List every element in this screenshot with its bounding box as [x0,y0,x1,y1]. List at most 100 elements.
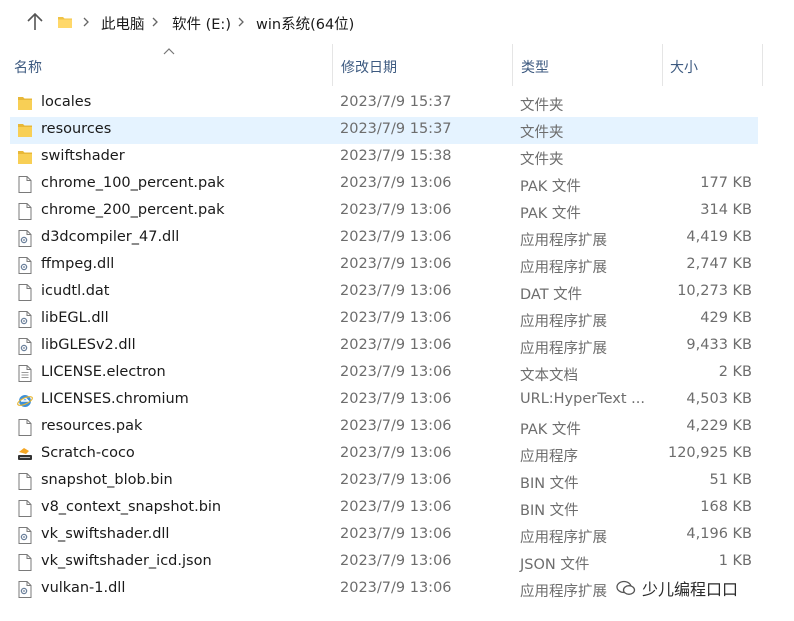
file-icon [17,418,33,437]
column-header-type[interactable]: 类型 [521,57,549,77]
file-name: swiftshader [41,148,125,164]
file-type: 文件夹 [520,152,564,168]
file-row[interactable]: LICENSE.electron 2023/7/9 13:06 文本文档 2 KB [10,360,758,387]
file-date: 2023/7/9 13:06 [340,418,452,434]
app-icon [17,445,33,464]
column-divider[interactable] [512,44,513,86]
file-type: 文件夹 [520,125,564,141]
chevron-right-icon [83,17,89,27]
file-row[interactable]: locales 2023/7/9 15:37 文件夹 [10,90,758,117]
file-date: 2023/7/9 13:06 [340,337,452,353]
file-icon [17,202,33,221]
file-type: 应用程序扩展 [520,260,607,276]
column-header-name[interactable]: 名称 [14,57,42,77]
file-row[interactable]: d3dcompiler_47.dll 2023/7/9 13:06 应用程序扩展 4,… [10,225,758,252]
file-size: 120,925 KB [667,445,752,461]
file-type: PAK 文件 [520,206,581,222]
file-row[interactable]: resources.pak 2023/7/9 13:06 PAK 文件 4,229 K… [10,414,758,441]
file-row[interactable]: LICENSES.chromium 2023/7/9 13:06 URL:Hyper… [10,387,758,414]
file-row[interactable]: chrome_200_percent.pak 2023/7/9 13:06 PAK … [10,198,758,225]
file-name: vulkan-1.dll [41,580,126,596]
folder-icon [17,121,33,140]
file-type: 文本文档 [520,368,578,384]
file-size: 4,196 KB [686,526,752,542]
file-row[interactable]: Scratch-coco 2023/7/9 13:06 应用程序 120,925 KB [10,441,758,468]
column-divider[interactable] [662,44,663,86]
column-divider[interactable] [762,44,763,86]
file-type: PAK 文件 [520,422,581,438]
file-size: 168 KB [700,499,752,515]
file-name: icudtl.dat [41,283,110,299]
file-name: resources [41,121,112,137]
file-row[interactable]: resources 2023/7/9 15:37 文件夹 [10,117,758,144]
breadcrumb-this-pc[interactable]: 此电脑 [101,13,145,34]
file-type: 应用程序扩展 [520,584,607,600]
file-size: 4,419 KB [686,229,752,245]
file-name: ffmpeg.dll [41,256,115,272]
file-row[interactable]: snapshot_blob.bin 2023/7/9 13:06 BIN 文件 51 … [10,468,758,495]
file-name: snapshot_blob.bin [41,472,173,488]
file-icon [17,499,33,518]
breadcrumb-current-folder[interactable]: win系统(64位) [256,13,354,34]
dll-icon [17,256,33,275]
file-name: locales [41,94,92,110]
dll-icon [17,580,33,599]
file-row[interactable]: libEGL.dll 2023/7/9 13:06 应用程序扩展 429 KB [10,306,758,333]
watermark: 少儿编程口口 [610,571,745,605]
file-icon [17,283,33,302]
file-date: 2023/7/9 15:38 [340,148,452,164]
file-type: 应用程序扩展 [520,314,607,330]
file-date: 2023/7/9 13:06 [340,499,452,515]
file-date: 2023/7/9 15:37 [340,121,452,137]
file-type: 应用程序扩展 [520,341,607,357]
file-row[interactable]: ffmpeg.dll 2023/7/9 13:06 应用程序扩展 2,747 KB [10,252,758,279]
file-date: 2023/7/9 15:37 [340,94,452,110]
file-size: 1 KB [718,553,752,569]
file-name: vk_swiftshader.dll [41,526,170,542]
file-type: BIN 文件 [520,476,579,492]
file-row[interactable]: vk_swiftshader.dll 2023/7/9 13:06 应用程序扩展 4,… [10,522,758,549]
folder-icon [17,94,33,113]
watermark-text: 少儿编程口口 [642,580,739,599]
file-date: 2023/7/9 13:06 [340,310,452,326]
file-type: PAK 文件 [520,179,581,195]
folder-icon [58,17,72,28]
file-name: LICENSES.chromium [41,391,189,407]
file-size: 51 KB [709,472,752,488]
file-date: 2023/7/9 13:06 [340,526,452,542]
file-size: 10,273 KB [677,283,752,299]
address-bar[interactable]: 此电脑 软件 (E:) win系统(64位) [0,0,794,44]
column-header-size[interactable]: 大小 [670,57,698,77]
file-date: 2023/7/9 13:06 [340,229,452,245]
chevron-right-icon [152,17,158,27]
file-type: JSON 文件 [520,557,590,573]
file-size: 314 KB [700,202,752,218]
file-name: v8_context_snapshot.bin [41,499,222,515]
column-header-row: 名称 修改日期 类型 大小 [0,44,794,86]
file-type: DAT 文件 [520,287,583,303]
file-type: 应用程序扩展 [520,530,607,546]
file-row[interactable]: chrome_100_percent.pak 2023/7/9 13:06 PAK … [10,171,758,198]
file-date: 2023/7/9 13:06 [340,256,452,272]
file-row[interactable]: swiftshader 2023/7/9 15:38 文件夹 [10,144,758,171]
file-row[interactable]: libGLESv2.dll 2023/7/9 13:06 应用程序扩展 9,433 K… [10,333,758,360]
file-row[interactable]: v8_context_snapshot.bin 2023/7/9 13:06 BIN… [10,495,758,522]
file-size: 4,503 KB [686,391,752,407]
column-header-date[interactable]: 修改日期 [341,57,397,77]
file-name: libEGL.dll [41,310,109,326]
file-size: 4,229 KB [686,418,752,434]
file-type: 文件夹 [520,98,564,114]
file-date: 2023/7/9 13:06 [340,175,452,191]
file-row[interactable]: icudtl.dat 2023/7/9 13:06 DAT 文件 10,273 KB [10,279,758,306]
dll-icon [17,310,33,329]
dll-icon [17,526,33,545]
file-size: 9,433 KB [686,337,752,353]
file-icon [17,553,33,572]
file-size: 2 KB [718,364,752,380]
file-date: 2023/7/9 13:06 [340,391,452,407]
sort-ascending-icon [163,48,175,55]
dll-icon [17,337,33,356]
up-arrow-icon[interactable] [25,11,45,33]
column-divider[interactable] [332,44,333,86]
breadcrumb-drive-e[interactable]: 软件 (E:) [172,13,231,34]
